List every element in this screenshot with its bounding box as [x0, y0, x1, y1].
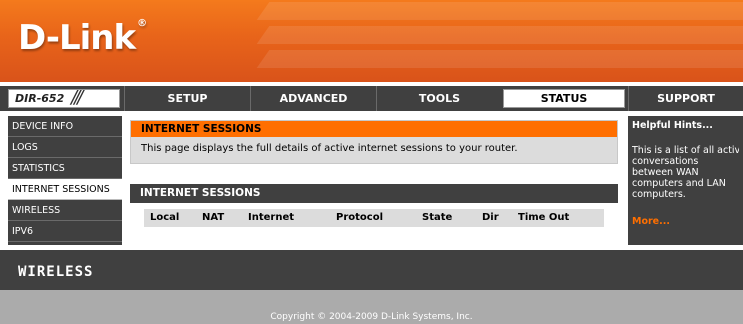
header-banner: D-Link ®	[0, 0, 743, 82]
registered-mark: ®	[137, 18, 147, 29]
hints-line: computers.	[632, 189, 686, 200]
info-section: INTERNET SESSIONS This page displays the…	[130, 120, 618, 164]
sessions-title: INTERNET SESSIONS	[140, 187, 261, 199]
tab-advanced[interactable]: ADVANCED	[250, 86, 376, 111]
hints-line: computers and LAN	[632, 178, 726, 189]
section-description: This page displays the full details of a…	[141, 143, 518, 154]
model-label: DIR-652	[15, 92, 65, 105]
column-header-internet: Internet	[248, 212, 295, 223]
main-content: INTERNET SESSIONS This page displays the…	[128, 116, 620, 245]
sidebar-item-ipv6[interactable]: IPV6	[8, 221, 122, 242]
logo-text: D-Link	[18, 18, 136, 58]
sidebar-item-device-info[interactable]: DEVICE INFO	[8, 116, 122, 137]
hints-text: This is a list of all active conversatio…	[632, 145, 739, 200]
copyright-band: Copyright © 2004-2009 D-Link Systems, In…	[0, 290, 743, 324]
hints-line: This is a list of all active	[632, 145, 739, 156]
hints-line: between WAN	[632, 167, 699, 178]
column-header-time-out: Time Out	[518, 212, 570, 223]
column-header-protocol: Protocol	[336, 212, 384, 223]
column-header-local: Local	[150, 212, 180, 223]
helpful-hints-panel: Helpful Hints... This is a list of all a…	[628, 116, 743, 245]
more-link[interactable]: More...	[632, 216, 739, 227]
sidebar: DEVICE INFO LOGS STATISTICS INTERNET SES…	[8, 116, 122, 245]
sessions-table-header: Local NAT Internet Protocol State Dir Ti…	[144, 209, 604, 227]
section-title: INTERNET SESSIONS	[131, 121, 617, 137]
footer-bar: WIRELESS	[0, 250, 743, 290]
column-header-nat: NAT	[202, 212, 225, 223]
hints-title: Helpful Hints...	[632, 120, 713, 131]
hints-line: conversations	[632, 156, 699, 167]
tab-tools[interactable]: TOOLS	[376, 86, 502, 111]
sidebar-item-wireless[interactable]: WIRELESS	[8, 200, 122, 221]
tab-support[interactable]: SUPPORT	[628, 86, 743, 111]
sidebar-item-statistics[interactable]: STATISTICS	[8, 158, 122, 179]
tab-setup[interactable]: SETUP	[124, 86, 250, 111]
model-badge: DIR-652 ///	[8, 87, 120, 108]
wireless-brand-logo: WIRELESS	[18, 264, 94, 280]
column-header-dir: Dir	[482, 212, 499, 223]
sidebar-item-internet-sessions[interactable]: INTERNET SESSIONS	[8, 179, 122, 200]
sidebar-item-logs[interactable]: LOGS	[8, 137, 122, 158]
dlink-logo: D-Link ®	[18, 18, 147, 58]
top-nav: DIR-652 /// SETUP ADVANCED TOOLS STATUS …	[0, 86, 743, 111]
column-header-state: State	[422, 212, 453, 223]
copyright-text: Copyright © 2004-2009 D-Link Systems, In…	[270, 312, 473, 322]
sessions-body: Local NAT Internet Protocol State Dir Ti…	[130, 203, 618, 239]
sessions-section: INTERNET SESSIONS Local NAT Internet Pro…	[130, 184, 618, 239]
slashes-icon: ///	[71, 87, 83, 108]
tab-status[interactable]: STATUS	[503, 89, 625, 108]
